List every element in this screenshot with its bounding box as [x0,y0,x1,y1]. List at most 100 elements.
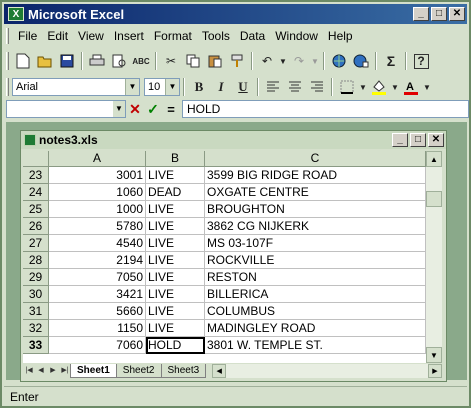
menu-tools[interactable]: Tools [197,29,235,43]
fill-color-dropdown-icon[interactable]: ▼ [390,77,400,97]
chevron-down-icon[interactable]: ▼ [113,101,125,117]
cell-a[interactable]: 4540 [49,235,146,252]
cell-b[interactable]: LIVE [146,201,205,218]
cell-a[interactable]: 1000 [49,201,146,218]
print-preview-icon[interactable] [108,51,130,71]
paste-icon[interactable] [204,51,226,71]
previous-sheet-icon[interactable]: ◀ [35,364,47,378]
formula-input[interactable]: HOLD [182,100,469,118]
sheet-tab-sheet2[interactable]: Sheet2 [115,364,162,378]
cancel-icon[interactable]: ✕ [126,101,144,118]
cell-a[interactable]: 7060 [49,337,146,354]
cell-c[interactable]: MS 03-107F [205,235,426,252]
cell-c[interactable]: BILLERICA [205,286,426,303]
name-box[interactable]: ▼ [6,100,126,118]
redo-dropdown-icon[interactable]: ▼ [310,51,320,71]
cell-c[interactable]: 3599 BIG RIDGE ROAD [205,167,426,184]
sheet-tab-sheet3[interactable]: Sheet3 [160,364,207,378]
sheet-tab-sheet1[interactable]: Sheet1 [70,364,117,378]
bold-button[interactable]: B [188,77,210,97]
italic-button[interactable]: I [210,77,232,97]
cell-c[interactable]: BROUGHTON [205,201,426,218]
cell-c[interactable]: MADINGLEY ROAD [205,320,426,337]
horizontal-scrollbar[interactable]: ◀ ▶ [212,364,442,378]
row-header[interactable]: 23 [23,167,49,184]
row-header[interactable]: 25 [23,201,49,218]
web-toolbar-icon[interactable] [350,51,372,71]
cell-a[interactable]: 2194 [49,252,146,269]
cell-a[interactable]: 5780 [49,218,146,235]
cell-a[interactable]: 3421 [49,286,146,303]
chevron-down-icon[interactable]: ▼ [125,79,139,95]
chevron-down-icon[interactable]: ▼ [165,79,179,95]
cell-b[interactable]: LIVE [146,167,205,184]
first-sheet-icon[interactable]: |◀ [23,364,35,378]
cell-c[interactable]: 3862 CG NIJKERK [205,218,426,235]
workbook-icon[interactable] [24,134,36,146]
excel-icon[interactable]: X [8,7,24,21]
row-header[interactable]: 33 [23,337,49,354]
enter-icon[interactable]: ✓ [144,101,162,118]
scroll-right-icon[interactable]: ▶ [428,364,442,378]
workbook-close-button[interactable]: ✕ [428,133,444,147]
menu-help[interactable]: Help [323,29,358,43]
row-header[interactable]: 27 [23,235,49,252]
cell-b[interactable]: LIVE [146,269,205,286]
row-header[interactable]: 28 [23,252,49,269]
menu-insert[interactable]: Insert [109,29,149,43]
font-color-dropdown-icon[interactable]: ▼ [422,77,432,97]
insert-hyperlink-icon[interactable] [328,51,350,71]
format-painter-icon[interactable] [226,51,248,71]
redo-icon[interactable]: ↷ [288,51,310,71]
align-left-icon[interactable] [262,77,284,97]
fill-color-icon[interactable] [368,77,390,97]
minimize-button[interactable]: _ [413,7,429,21]
next-sheet-icon[interactable]: ▶ [47,364,59,378]
cell-b[interactable]: LIVE [146,303,205,320]
cell-c[interactable]: 3801 W. TEMPLE ST. [205,337,426,354]
cell-a[interactable]: 1060 [49,184,146,201]
menu-data[interactable]: Data [235,29,270,43]
cell-a[interactable]: 7050 [49,269,146,286]
edit-formula-icon[interactable]: = [162,102,180,117]
row-header[interactable]: 30 [23,286,49,303]
row-header[interactable]: 31 [23,303,49,320]
spelling-icon[interactable]: ABC [130,51,152,71]
cell-b[interactable]: DEAD [146,184,205,201]
cell-c[interactable]: ROCKVILLE [205,252,426,269]
cell-b[interactable]: LIVE [146,320,205,337]
cell-a[interactable]: 3001 [49,167,146,184]
row-header[interactable]: 32 [23,320,49,337]
copy-icon[interactable] [182,51,204,71]
menu-format[interactable]: Format [149,29,197,43]
cell-b[interactable]: LIVE [146,218,205,235]
autosum-icon[interactable]: Σ [380,51,402,71]
align-right-icon[interactable] [306,77,328,97]
borders-dropdown-icon[interactable]: ▼ [358,77,368,97]
column-header-a[interactable]: A [49,151,146,167]
cell-b[interactable]: LIVE [146,235,205,252]
cell-b[interactable]: LIVE [146,252,205,269]
workbook-minimize-button[interactable]: _ [392,133,408,147]
workbook-maximize-button[interactable]: □ [410,133,426,147]
column-header-c[interactable]: C [205,151,426,167]
underline-button[interactable]: U [232,77,254,97]
close-button[interactable]: ✕ [449,7,465,21]
align-center-icon[interactable] [284,77,306,97]
scroll-left-icon[interactable]: ◀ [212,364,227,378]
open-icon[interactable] [34,51,56,71]
menu-view[interactable]: View [73,29,109,43]
scroll-down-icon[interactable]: ▼ [426,347,442,363]
cell-c[interactable]: RESTON [205,269,426,286]
help-icon[interactable]: ? [410,51,432,71]
menu-edit[interactable]: Edit [42,29,73,43]
font-name-select[interactable]: Arial ▼ [12,78,140,96]
column-header-b[interactable]: B [146,151,205,167]
menu-window[interactable]: Window [270,29,323,43]
scroll-thumb[interactable] [426,191,442,207]
cell-c[interactable]: OXGATE CENTRE [205,184,426,201]
scroll-up-icon[interactable]: ▲ [426,151,442,167]
maximize-button[interactable]: □ [431,7,447,21]
print-icon[interactable] [86,51,108,71]
row-header[interactable]: 26 [23,218,49,235]
